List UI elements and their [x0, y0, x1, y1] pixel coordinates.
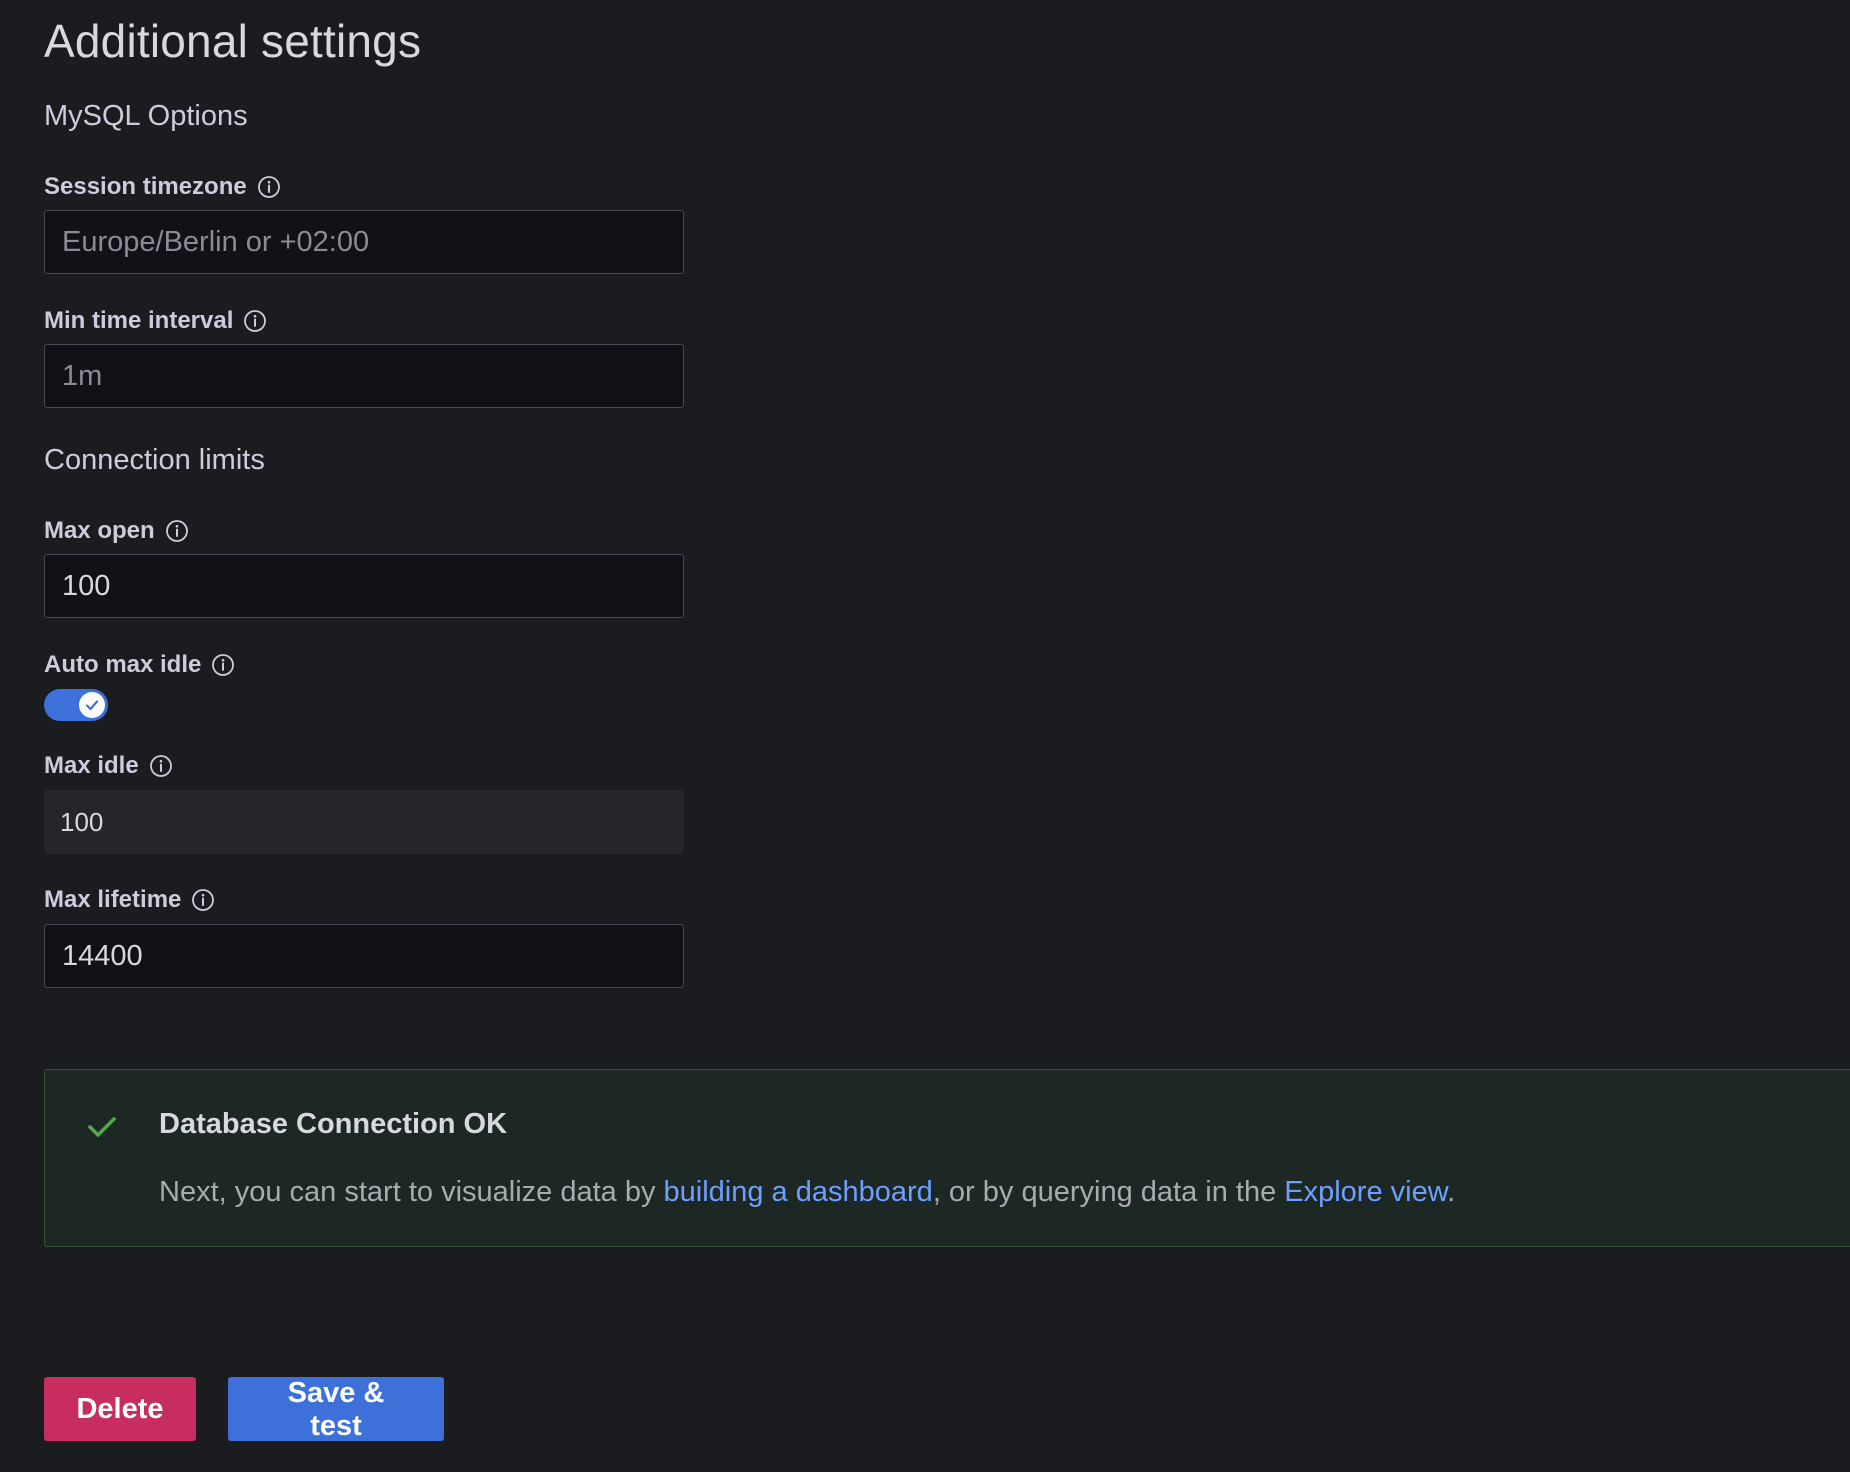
session-timezone-input[interactable]	[44, 210, 684, 274]
page-title: Additional settings	[44, 15, 422, 67]
session-timezone-label: Session timezone	[44, 172, 281, 202]
auto-max-idle-label: Auto max idle	[44, 650, 235, 680]
max-open-label: Max open	[44, 516, 189, 546]
max-open-label-text: Max open	[44, 517, 155, 544]
alert-text-after: .	[1447, 1176, 1456, 1208]
auto-max-idle-toggle[interactable]	[44, 689, 108, 721]
building-dashboard-link[interactable]: building a dashboard	[664, 1176, 933, 1208]
delete-button[interactable]: Delete	[44, 1377, 196, 1441]
info-icon[interactable]	[257, 175, 281, 199]
min-time-interval-input[interactable]	[44, 344, 684, 408]
explore-view-link[interactable]: Explore view	[1284, 1176, 1447, 1208]
session-timezone-label-text: Session timezone	[44, 173, 247, 200]
connection-success-alert: Database Connection OK Next, you can sta…	[44, 1069, 1850, 1247]
check-icon	[88, 1117, 116, 1137]
min-time-interval-label: Min time interval	[44, 306, 267, 336]
connection-limits-title: Connection limits	[44, 444, 265, 476]
max-idle-label-text: Max idle	[44, 752, 139, 779]
max-idle-input	[44, 790, 684, 854]
max-idle-label: Max idle	[44, 751, 173, 781]
min-time-interval-label-text: Min time interval	[44, 307, 234, 334]
save-and-test-button[interactable]: Save & test	[228, 1377, 444, 1442]
info-icon[interactable]	[149, 754, 173, 778]
max-open-input[interactable]	[44, 554, 684, 618]
alert-text-middle: , or by querying data in the	[932, 1176, 1285, 1208]
toggle-knob	[79, 692, 105, 718]
max-lifetime-input[interactable]	[44, 924, 684, 988]
info-icon[interactable]	[191, 888, 215, 912]
info-icon[interactable]	[165, 519, 189, 543]
auto-max-idle-label-text: Auto max idle	[44, 651, 202, 678]
alert-title: Database Connection OK	[159, 1108, 508, 1140]
alert-text-before: Next, you can start to visualize data by	[159, 1176, 664, 1208]
alert-message: Next, you can start to visualize data by…	[159, 1176, 1455, 1209]
max-lifetime-label-text: Max lifetime	[44, 886, 182, 913]
info-icon[interactable]	[211, 653, 235, 677]
check-icon	[85, 700, 99, 711]
mysql-options-title: MySQL Options	[44, 100, 248, 132]
max-lifetime-label: Max lifetime	[44, 885, 215, 915]
info-icon[interactable]	[243, 309, 267, 333]
